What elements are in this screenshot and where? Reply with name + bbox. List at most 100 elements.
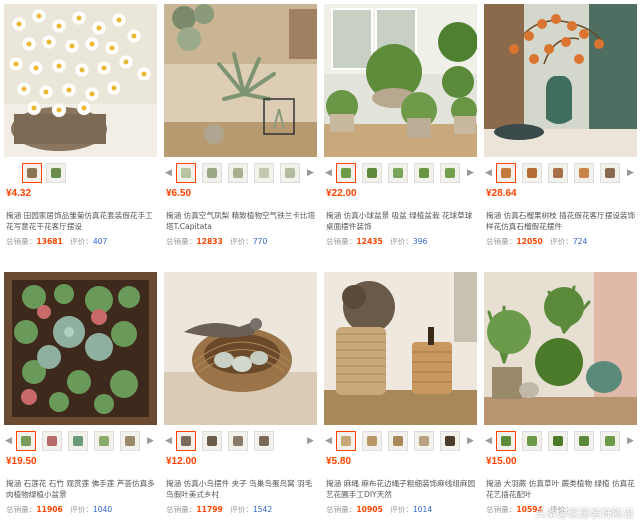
chevron-right-icon[interactable]: ▶ <box>306 167 315 179</box>
thumbnail[interactable] <box>336 431 356 451</box>
product-price: ¥28.64 <box>486 188 517 199</box>
thumbnail[interactable] <box>22 163 42 183</box>
reviews-count[interactable]: 770 <box>253 237 268 246</box>
product-title[interactable]: 掬涵 仿真空气凤梨 精致植物空气铁兰卡比塔塔T.Capitata <box>166 210 316 232</box>
thumbnail[interactable] <box>496 163 516 183</box>
chevron-right-icon[interactable]: ▶ <box>466 167 475 179</box>
product-price: ¥5.80 <box>326 456 352 467</box>
thumbnail[interactable] <box>574 163 594 183</box>
chevron-right-icon[interactable]: ▶ <box>626 435 635 447</box>
product-card[interactable]: ◀ ▶ ¥28.64 掬涵 仿真石榴果树枝 插花假花客厅摆设装饰样花仿真石榴假花… <box>484 4 637 254</box>
product-title[interactable]: 掬涵 仿真石榴果树枝 插花假花客厅摆设装饰样花仿真石榴假花摆件 <box>486 210 636 232</box>
reviews-count[interactable]: 724 <box>573 237 588 246</box>
chevron-right-icon[interactable]: ▶ <box>466 435 475 447</box>
chevron-right-icon[interactable]: ▶ <box>306 435 315 447</box>
reviews-label: 评价： <box>550 237 573 246</box>
chevron-left-icon[interactable]: ◀ <box>4 435 13 447</box>
thumbnail[interactable] <box>548 163 568 183</box>
thumbnail[interactable] <box>414 163 434 183</box>
chevron-right-icon[interactable]: ▶ <box>146 435 155 447</box>
product-image[interactable] <box>484 4 637 157</box>
product-image[interactable] <box>324 4 477 157</box>
thumbnail[interactable] <box>280 163 300 183</box>
thumbnail[interactable] <box>228 431 248 451</box>
thumbnail[interactable] <box>46 163 66 183</box>
reviews-label: 评价： <box>230 237 253 246</box>
thumbnail[interactable] <box>228 163 248 183</box>
thumbnail[interactable] <box>120 431 140 451</box>
product-title[interactable]: 掬涵 田园家居饰品雏菊仿真花套装假花手工花写意花干花客厅摆设 <box>6 210 156 232</box>
product-grid: ¥4.32 掬涵 田园家居饰品雏菊仿真花套装假花手工花写意花干花客厅摆设 总销量… <box>4 4 638 522</box>
thumbnail[interactable] <box>362 431 382 451</box>
thumbnail[interactable] <box>202 431 222 451</box>
reviews-count[interactable]: 1040 <box>93 505 112 514</box>
thumbnail[interactable] <box>600 431 620 451</box>
product-card[interactable]: ◀ ▶ ¥22.00 掬涵 仿真小球盆景 吸盆 绿植盆栽 花球草球桌面摆件装饰 … <box>324 4 477 254</box>
reviews-count[interactable]: 407 <box>93 237 108 246</box>
thumbnail[interactable] <box>202 163 222 183</box>
product-stats: 总销量：11906 评价：1040 <box>6 504 156 515</box>
product-card[interactable]: ◀ ▶ ¥6.50 掬涵 仿真空气凤梨 精致植物空气铁兰卡比塔塔T.Capita… <box>164 4 317 254</box>
chevron-left-icon[interactable]: ◀ <box>484 167 493 179</box>
product-title[interactable]: 掬涵 仿真小鸟摆件 夹子 鸟巢鸟蛋鸟窝 羽毛鸟假叶美式乡村 <box>166 478 316 500</box>
thumbnail[interactable] <box>68 431 88 451</box>
product-title[interactable]: 掬涵 仿真小球盆景 吸盆 绿植盆栽 花球草球桌面摆件装饰 <box>326 210 476 232</box>
watermark: 头条@家居装饰陈设 <box>535 507 634 520</box>
product-card[interactable]: ¥4.32 掬涵 田园家居饰品雏菊仿真花套装假花手工花写意花干花客厅摆设 总销量… <box>4 4 157 254</box>
thumbnail[interactable] <box>388 163 408 183</box>
thumbnail[interactable] <box>548 431 568 451</box>
chevron-left-icon[interactable]: ◀ <box>324 435 333 447</box>
thumbnail[interactable] <box>414 431 434 451</box>
product-title[interactable]: 掬涵 麻绳 麻布花边绳子粗细装饰麻线组麻园艺花圃手工DIY天然 <box>326 478 476 500</box>
thumbnail[interactable] <box>440 431 460 451</box>
product-price: ¥15.00 <box>486 456 517 467</box>
sales-count: 13681 <box>36 237 63 246</box>
product-card[interactable]: ◀ ▶ ¥5.80 掬涵 麻绳 麻布花边绳子粗细装饰麻线组麻园艺花圃手工DIY天… <box>324 272 477 522</box>
product-price: ¥4.32 <box>6 188 32 199</box>
thumbnail[interactable] <box>522 163 542 183</box>
sales-count: 12833 <box>196 237 223 246</box>
thumbnail[interactable] <box>600 163 620 183</box>
product-title[interactable]: 掬涵 大羽蕨 仿真草叶 蕨类植物 绿植 仿真花 花艺插花配叶 <box>486 478 636 500</box>
sales-count: 11799 <box>196 505 223 514</box>
product-image[interactable] <box>484 272 637 425</box>
thumbnail[interactable] <box>42 431 62 451</box>
thumbnail[interactable] <box>176 163 196 183</box>
thumbnail-strip: ◀ ▶ <box>484 431 637 451</box>
reviews-label: 评价： <box>230 505 253 514</box>
thumbnail[interactable] <box>362 163 382 183</box>
thumbnail[interactable] <box>574 431 594 451</box>
thumbnail[interactable] <box>496 431 516 451</box>
chevron-right-icon[interactable]: ▶ <box>626 167 635 179</box>
thumbnail[interactable] <box>388 431 408 451</box>
thumbnail[interactable] <box>176 431 196 451</box>
product-stats: 总销量：12435 评价：396 <box>326 236 476 247</box>
product-card[interactable]: ◀ ▶ ¥12.00 掬涵 仿真小鸟摆件 夹子 鸟巢鸟蛋鸟窝 羽毛鸟假叶美式乡村… <box>164 272 317 522</box>
chevron-left-icon[interactable]: ◀ <box>164 167 173 179</box>
product-image[interactable] <box>164 272 317 425</box>
chevron-left-icon[interactable]: ◀ <box>484 435 493 447</box>
sales-label: 总销量： <box>486 237 517 246</box>
product-image[interactable] <box>4 4 157 157</box>
product-image[interactable] <box>4 272 157 425</box>
product-title[interactable]: 掬涵 石莲花 石竹 观赏莲 佛手莲 芦荟仿真多肉植物绿植小盆景 <box>6 478 156 500</box>
thumbnail[interactable] <box>254 431 274 451</box>
reviews-count[interactable]: 396 <box>413 237 428 246</box>
reviews-count[interactable]: 1014 <box>413 505 432 514</box>
reviews-count[interactable]: 1542 <box>253 505 272 514</box>
thumbnail[interactable] <box>94 431 114 451</box>
thumbnail[interactable] <box>16 431 36 451</box>
thumbnail[interactable] <box>336 163 356 183</box>
thumbnail[interactable] <box>440 163 460 183</box>
product-image[interactable] <box>324 272 477 425</box>
product-card[interactable]: ◀ ▶ ¥19.50 掬涵 石莲花 石竹 观赏莲 佛手莲 芦荟仿真多肉植物绿植小… <box>4 272 157 522</box>
product-image[interactable] <box>164 4 317 157</box>
thumbnail-strip: ◀ ▶ <box>324 163 477 183</box>
thumbnail[interactable] <box>522 431 542 451</box>
chevron-left-icon[interactable]: ◀ <box>324 167 333 179</box>
thumbnail[interactable] <box>254 163 274 183</box>
chevron-left-icon[interactable]: ◀ <box>164 435 173 447</box>
sales-label: 总销量： <box>326 505 357 514</box>
thumbnail-strip: ◀ ▶ <box>164 431 317 451</box>
product-card[interactable]: ◀ ▶ ¥15.00 掬涵 大羽蕨 仿真草叶 蕨类植物 绿植 仿真花 花艺插花配… <box>484 272 637 522</box>
